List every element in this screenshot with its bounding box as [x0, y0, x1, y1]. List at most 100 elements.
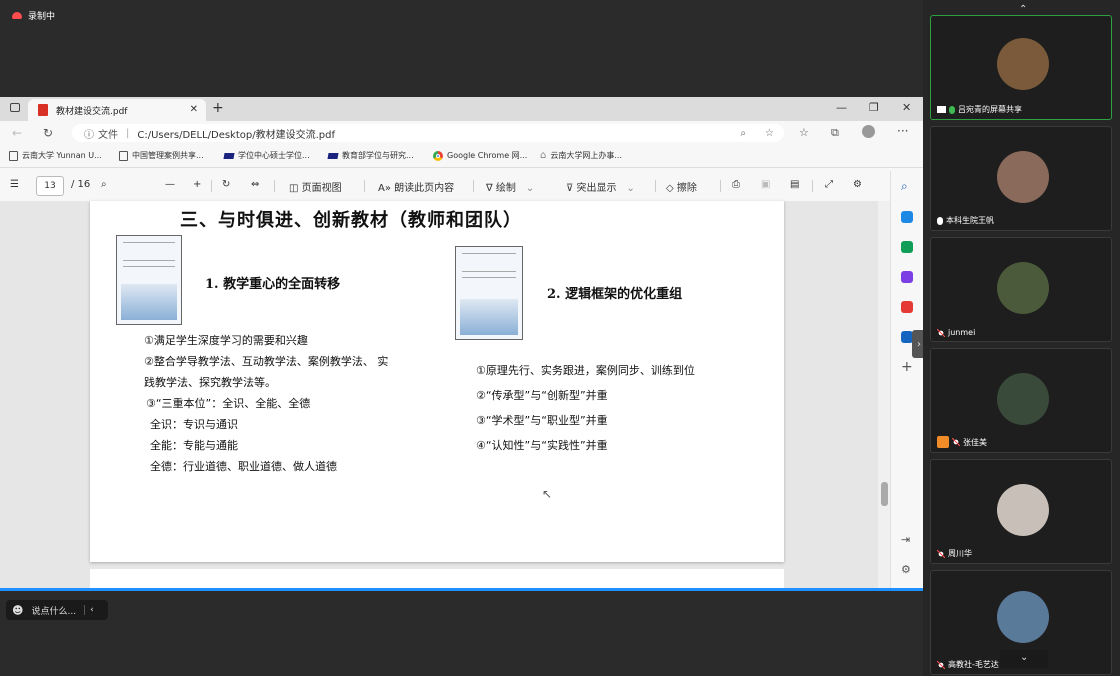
office-icon[interactable] — [901, 301, 913, 313]
chevron-left-icon[interactable]: ‹ — [84, 605, 94, 615]
settings-gear-icon[interactable]: ⚙ — [853, 179, 862, 190]
mic-icon — [949, 105, 955, 114]
avatar — [997, 591, 1049, 643]
bookmark-label: 云南大学网上办事... — [550, 151, 622, 160]
erase-button[interactable]: ◇ 擦除 — [666, 179, 697, 194]
mic-muted-icon — [937, 549, 945, 558]
shopping-tag-icon[interactable] — [901, 211, 913, 223]
read-aloud-button[interactable]: A» 朗读此页内容 — [378, 179, 454, 194]
left-line: 全能：专能与通能 — [150, 439, 238, 452]
draw-button[interactable]: ∇ 绘制 ⌄ — [486, 179, 534, 194]
profile-avatar[interactable] — [862, 125, 875, 138]
sidebar-settings-icon[interactable]: ⚙ — [901, 563, 911, 576]
collections-icon[interactable]: ⧉ — [831, 126, 839, 140]
tab-actions-icon[interactable] — [10, 103, 20, 112]
toolbar-divider — [655, 180, 656, 192]
hide-sidebar-icon[interactable]: ⇥ — [901, 533, 910, 546]
chrome-icon — [433, 150, 443, 161]
textbook-cover-image — [116, 235, 182, 325]
page-view-button[interactable]: ◫ 页面视图 — [289, 179, 342, 194]
toolbar-divider — [473, 180, 474, 192]
zoom-out-button[interactable]: — — [165, 179, 175, 190]
new-tab-button[interactable]: + — [212, 100, 224, 116]
highlight-button[interactable]: ⊽ 突出显示 ⌄ — [566, 179, 635, 194]
bookmark-item[interactable]: Google Chrome 网... — [433, 150, 527, 161]
erase-label: 擦除 — [676, 183, 697, 194]
bookmark-item[interactable]: 云南大学 Yunnan U... — [9, 150, 102, 161]
bookmark-label: 云南大学 Yunnan U... — [22, 151, 102, 160]
bookmark-item[interactable]: ⌂ 云南大学网上办事... — [540, 150, 622, 161]
graduation-cap-icon — [223, 152, 235, 159]
save-icon[interactable]: ▣ — [761, 179, 770, 190]
close-tab-icon[interactable]: ✕ — [190, 104, 198, 115]
favorite-star-icon[interactable]: ☆ — [765, 128, 774, 139]
address-bar[interactable]: ⓘ 文件 | C:/Users/DELL/Desktop/教材建设交流.pdf … — [72, 124, 784, 142]
print-icon[interactable]: ⎙ — [732, 179, 740, 190]
scroll-down-button[interactable]: ⌄ — [1000, 650, 1048, 668]
refresh-button[interactable]: ↻ — [43, 126, 53, 140]
scrollbar-thumb[interactable] — [881, 482, 888, 506]
page-icon — [9, 150, 18, 161]
avatar — [997, 373, 1049, 425]
toolbar-divider — [211, 180, 212, 192]
favorites-icon[interactable]: ☆ — [799, 126, 809, 139]
more-menu-icon[interactable]: ··· — [897, 124, 908, 138]
add-sidebar-icon[interactable]: + — [901, 359, 913, 375]
chat-input[interactable]: ☻ 说点什么... ‹ — [6, 600, 108, 620]
graduation-cap-icon — [327, 152, 339, 159]
emoji-icon[interactable]: ☻ — [12, 604, 23, 617]
search-icon[interactable]: ⌕ — [101, 179, 107, 190]
bookmark-item[interactable]: 中国管理案例共享... — [119, 150, 204, 161]
tools-icon[interactable] — [901, 241, 913, 253]
participant-name-row: junmei — [937, 328, 975, 337]
avatar — [997, 38, 1049, 90]
fit-page-icon[interactable]: ⇔ — [251, 179, 259, 190]
url-text: C:/Users/DELL/Desktop/教材建设交流.pdf — [137, 129, 336, 141]
chevron-down-icon[interactable]: ⌄ — [526, 183, 534, 194]
vertical-scrollbar[interactable] — [878, 201, 890, 590]
table-of-contents-icon[interactable]: ☰ — [10, 179, 19, 190]
page-number-input[interactable]: 13 — [36, 176, 64, 196]
left-line: 践教学法、探究教学法等。 — [144, 376, 276, 389]
minimize-button[interactable]: — — [836, 101, 847, 114]
right-line: ②“传承型”与“创新型”并重 — [476, 389, 608, 402]
games-icon[interactable] — [901, 271, 913, 283]
chevron-down-icon: ⌄ — [1020, 652, 1029, 663]
participant-name-row: 本科生院王帆 — [937, 215, 994, 226]
highlight-label: 突出显示 — [576, 183, 617, 194]
cover-artwork — [460, 299, 518, 335]
participant-tile[interactable]: 周川华 — [930, 459, 1112, 564]
save-as-icon[interactable]: ▤ — [790, 179, 799, 190]
mic-muted-icon — [937, 660, 945, 669]
tab-pdf[interactable]: 教材建设交流.pdf ✕ — [28, 99, 206, 121]
cover-line — [462, 253, 516, 254]
participant-tile[interactable]: 张佳美 — [930, 348, 1112, 453]
participant-tile[interactable]: 本科生院王帆 — [930, 126, 1112, 231]
participant-tile[interactable]: 吕宛青的屏幕共享 — [930, 15, 1112, 120]
bookmark-item[interactable]: 教育部学位与研究... — [327, 150, 414, 161]
mic-muted-icon — [952, 438, 960, 446]
left-line: 全识：专识与通识 — [150, 418, 238, 431]
screen-share-icon — [937, 106, 946, 113]
file-scheme-label: 文件 — [98, 129, 118, 141]
tab-title: 教材建设交流.pdf — [56, 106, 128, 117]
search-icon[interactable]: ⌕ — [901, 179, 908, 194]
zoom-in-button[interactable]: + — [193, 179, 201, 190]
participant-name: 吕宛青的屏幕共享 — [958, 105, 1022, 114]
close-window-button[interactable]: ✕ — [902, 101, 911, 114]
maximize-button[interactable]: ❐ — [869, 101, 879, 114]
back-button[interactable]: ← — [12, 126, 22, 140]
recording-indicator: 录制中 — [12, 9, 55, 22]
pdf-file-icon — [38, 104, 48, 116]
rotate-icon[interactable]: ↻ — [222, 179, 230, 190]
pdf-viewport[interactable]: 三、与时俱进、创新教材（教师和团队） 1. 教学重心的全面转移 2. 逻辑框架的… — [0, 201, 890, 590]
fullscreen-icon[interactable]: ⤢ — [825, 179, 833, 190]
participant-name: junmei — [948, 328, 976, 337]
share-border — [0, 588, 923, 591]
participant-tile[interactable]: junmei — [930, 237, 1112, 342]
zoom-icon[interactable]: ⌕ — [740, 128, 746, 139]
right-line: ④“认知性”与“实践性”并重 — [476, 439, 608, 452]
chevron-down-icon[interactable]: ⌄ — [627, 183, 635, 194]
bookmark-item[interactable]: 学位中心硕士学位... — [223, 150, 310, 161]
scroll-up-icon[interactable]: ⌃ — [1019, 4, 1027, 15]
